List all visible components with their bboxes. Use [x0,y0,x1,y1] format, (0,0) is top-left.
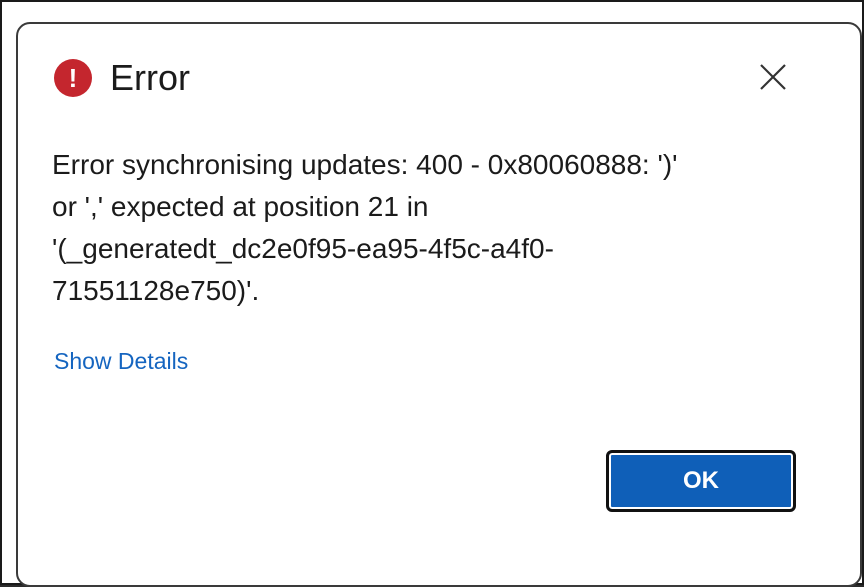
error-icon-glyph: ! [68,63,78,93]
ok-button[interactable]: OK [606,450,796,512]
close-button[interactable] [753,57,793,97]
error-message: Error synchronising updates: 400 - 0x800… [52,149,678,306]
show-details-link[interactable]: Show Details [54,348,188,375]
dialog-header: ! Error [54,56,190,100]
ok-button-label: OK [683,467,719,494]
dialog-title: Error [110,57,190,98]
error-icon: ! [54,59,92,97]
close-icon [760,64,786,90]
